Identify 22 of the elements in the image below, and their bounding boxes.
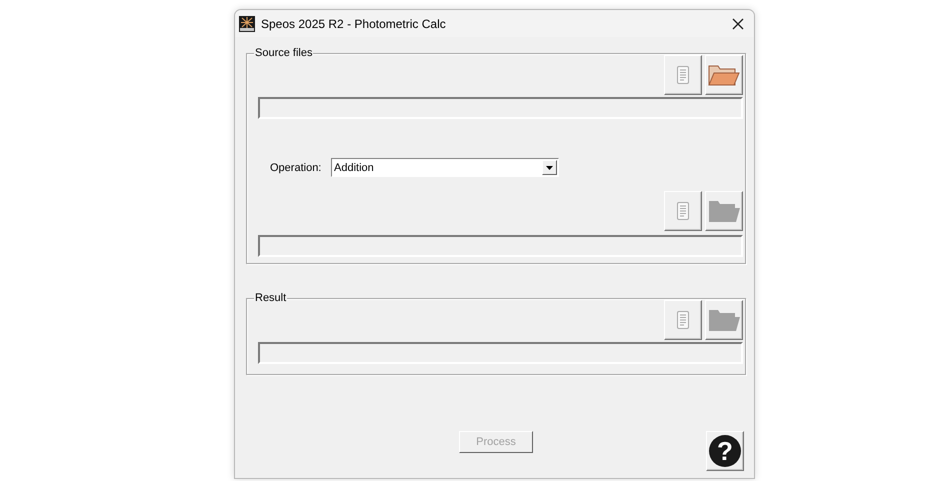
close-icon[interactable] <box>732 18 744 30</box>
caret-icon <box>546 166 553 170</box>
file-path-field[interactable] <box>258 342 743 364</box>
operation-label: Operation: <box>270 162 322 174</box>
document-icon <box>677 66 689 84</box>
operation-dropdown[interactable]: Addition <box>331 158 559 177</box>
document-icon <box>677 311 689 329</box>
folder-icon <box>708 63 740 87</box>
file-path-field[interactable] <box>258 235 743 257</box>
document-button[interactable] <box>664 300 702 340</box>
folder-button[interactable] <box>705 55 743 95</box>
starburst-icon <box>239 16 255 32</box>
folder-icon <box>708 199 740 223</box>
help-button[interactable]: ? <box>706 431 744 471</box>
folder-button[interactable] <box>705 191 743 231</box>
folder-button[interactable] <box>705 300 743 340</box>
document-icon <box>677 202 689 220</box>
document-button[interactable] <box>664 55 702 95</box>
window-title: Speos 2025 R2 - Photometric Calc <box>261 16 447 30</box>
file-path-field[interactable] <box>258 97 743 119</box>
document-button[interactable] <box>664 191 702 231</box>
folder-icon <box>708 308 740 332</box>
